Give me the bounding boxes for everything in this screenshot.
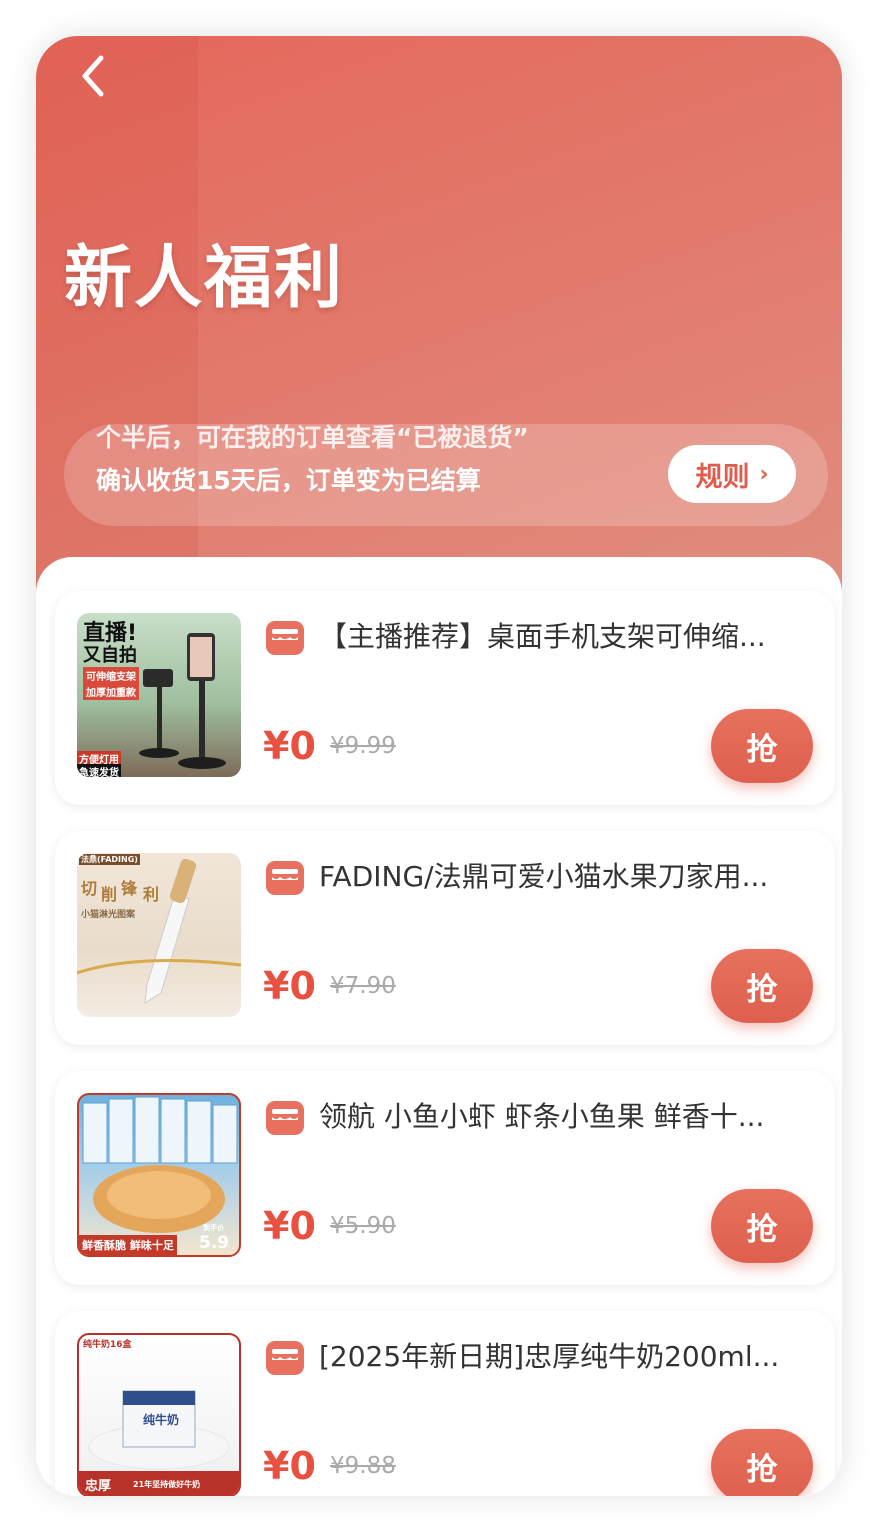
product-image[interactable]: 鲜香酥脆 鲜味十足 到手价 5.9 [77, 1093, 241, 1257]
store-icon [266, 621, 304, 655]
thumb-text: 纯牛奶16盒 [83, 1340, 132, 1350]
thumb-text: 5.9 [199, 1233, 230, 1253]
notice-line-2: 确认收货15天后，订单变为已结算 [96, 466, 481, 495]
grab-button[interactable]: 抢 [711, 949, 813, 1023]
product-card[interactable]: 直播! 又自拍 可伸缩支架 加厚加重款 方便灯用 急速发货 【主播推荐】桌面手机… [55, 591, 835, 805]
thumb-text: 鲜香酥脆 鲜味十足 [79, 1235, 177, 1255]
notice-bar: 个半后，可在我的订单查看“已被退货” 确认收货15天后，订单变为已结算 规则 › [64, 424, 828, 526]
grab-button[interactable]: 抢 [711, 709, 813, 783]
page-title: 新人福利 [64, 239, 345, 318]
back-button[interactable] [66, 50, 118, 102]
app-screen: 新人福利 个半后，可在我的订单查看“已被退货” 确认收货15天后，订单变为已结算… [36, 36, 842, 1496]
rules-button[interactable]: 规则 › [668, 445, 796, 503]
product-card[interactable]: 纯牛奶16盒 纯牛奶 忠厚 21年坚持做好牛奶 [2025年新日期]忠厚纯牛奶2… [55, 1311, 835, 1496]
store-icon [266, 1341, 304, 1375]
chevron-left-icon [82, 55, 104, 97]
thumb-text: 加厚加重款 [83, 683, 139, 700]
sale-price: ¥0 [263, 1204, 316, 1248]
original-price: ¥9.99 [330, 733, 396, 759]
thumb-text: 纯牛奶 [143, 1413, 180, 1427]
product-image[interactable]: 纯牛奶16盒 纯牛奶 忠厚 21年坚持做好牛奶 [77, 1333, 241, 1496]
product-list: 直播! 又自拍 可伸缩支架 加厚加重款 方便灯用 急速发货 【主播推荐】桌面手机… [36, 557, 842, 1496]
original-price: ¥7.90 [330, 973, 396, 999]
thumb-text: 到手价 [203, 1224, 224, 1232]
rules-label: 规则 [695, 461, 750, 493]
thumb-text: 切 [81, 879, 98, 898]
original-price: ¥9.88 [330, 1453, 396, 1479]
thumb-text: 21年坚持做好牛奶 [133, 1480, 201, 1489]
thumb-text: 削 [101, 885, 118, 904]
chevron-right-icon: › [759, 461, 769, 487]
product-card[interactable]: 法鼎(FADING) 切 削 锋 利 小猫淋光图案 FADING/法鼎可爱小猫水… [55, 831, 835, 1045]
product-card[interactable]: 鲜香酥脆 鲜味十足 到手价 5.9 领航 小鱼小虾 虾条小鱼果 鲜香十... ¥… [55, 1071, 835, 1285]
notice-marquee: 个半后，可在我的订单查看“已被退货” 确认收货15天后，订单变为已结算 [96, 424, 616, 526]
sale-price: ¥0 [263, 724, 316, 768]
thumb-text: 可伸缩支架 [83, 667, 139, 684]
thumb-text: 小猫淋光图案 [81, 910, 136, 920]
thumb-text: 又自拍 [83, 645, 137, 666]
thumb-text: 利 [143, 885, 160, 904]
store-icon [266, 1101, 304, 1135]
sale-price: ¥0 [263, 1444, 316, 1488]
hero-decoration [36, 36, 198, 636]
original-price: ¥5.90 [330, 1213, 396, 1239]
notice-line-1: 个半后，可在我的订单查看“已被退货” [96, 424, 529, 452]
product-title: 领航 小鱼小虾 虾条小鱼果 鲜香十... [319, 1100, 765, 1133]
product-title: FADING/法鼎可爱小猫水果刀家用... [319, 860, 769, 893]
store-icon [266, 861, 304, 895]
product-image[interactable]: 法鼎(FADING) 切 削 锋 利 小猫淋光图案 [77, 853, 241, 1017]
product-title: 【主播推荐】桌面手机支架可伸缩... [319, 620, 766, 653]
product-title: [2025年新日期]忠厚纯牛奶200ml... [319, 1340, 780, 1373]
thumb-text: 法鼎(FADING) [79, 854, 140, 865]
sale-price: ¥0 [263, 964, 316, 1008]
hero-banner: 新人福利 个半后，可在我的订单查看“已被退货” 确认收货15天后，订单变为已结算… [36, 36, 842, 636]
thumb-text: 急速发货 [77, 764, 121, 777]
product-image[interactable]: 直播! 又自拍 可伸缩支架 加厚加重款 方便灯用 急速发货 [77, 613, 241, 777]
grab-button[interactable]: 抢 [711, 1189, 813, 1263]
thumb-text: 忠厚 [85, 1479, 112, 1494]
thumb-text: 锋 [121, 879, 138, 898]
grab-button[interactable]: 抢 [711, 1429, 813, 1496]
